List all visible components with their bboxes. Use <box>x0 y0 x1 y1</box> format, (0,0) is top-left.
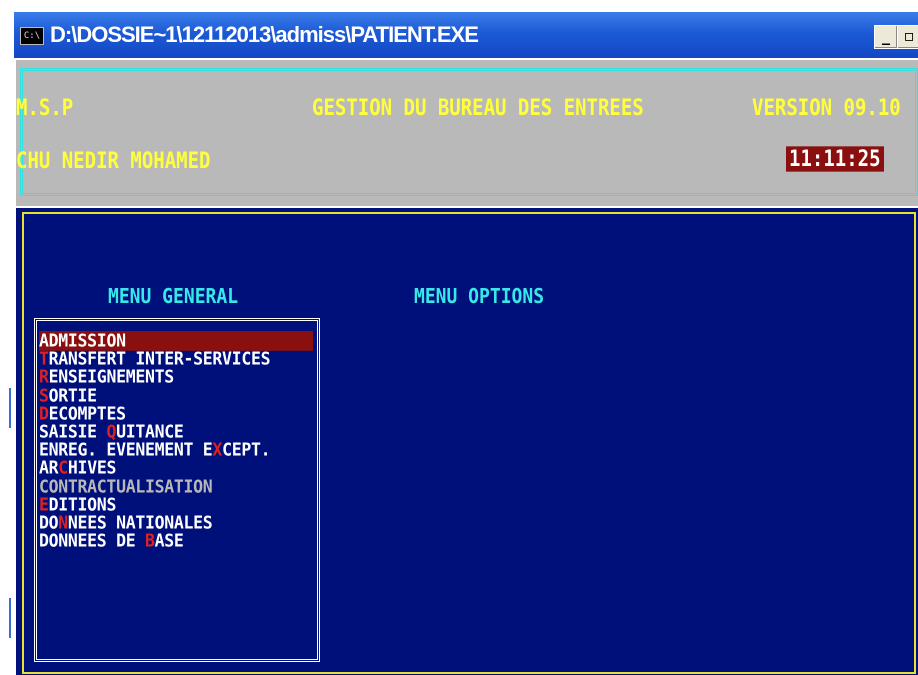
menu-item-text: ASE <box>154 529 184 551</box>
header-panel: M.S.P GESTION DU BUREAU DES ENTREES VERS… <box>16 60 918 206</box>
header-frame <box>20 68 918 196</box>
edge-mark <box>9 598 11 638</box>
version-label: VERSION 09.10 <box>752 95 901 121</box>
menu-general-list: ADMISSION TRANSFERT INTER-SERVICES RENSEIG… <box>39 330 313 551</box>
window-title: D:\DOSSIE~1\12112013\admiss\PATIENT.EXE <box>50 22 479 47</box>
menu-item-hotkey: X <box>212 439 223 460</box>
menu-item-text: CEPT. <box>222 439 271 460</box>
menu-general-box: ADMISSION TRANSFERT INTER-SERVICES RENSEIG… <box>34 318 320 662</box>
clock-display: 11:11:25 <box>786 146 884 172</box>
edge-mark <box>9 388 11 428</box>
window-left-edge <box>0 58 14 675</box>
hospital-name: CHU NEDIR MOHAMED <box>16 148 211 174</box>
org-label: M.S.P <box>16 95 74 121</box>
menu-item[interactable]: DONNEES DE BASE <box>39 531 313 551</box>
menu-general-title: MENU GENERAL <box>108 284 239 309</box>
console-area[interactable]: M.S.P GESTION DU BUREAU DES ENTREES VERS… <box>14 58 918 675</box>
console-app-icon[interactable]: C:\ <box>20 27 44 45</box>
title-bar[interactable]: C:\ D:\DOSSIE~1\12112013\admiss\PATIENT.… <box>14 12 918 58</box>
menu-item-text: DONNEES DE <box>39 529 145 551</box>
menu-item-hotkey: B <box>144 529 155 551</box>
app-title: GESTION DU BUREAU DES ENTREES <box>312 95 644 121</box>
maximize-button[interactable]: ▫ <box>897 25 918 49</box>
menu-options-title: MENU OPTIONS <box>414 284 545 309</box>
main-panel: MENU GENERAL MENU OPTIONS ADMISSION TRANS… <box>16 208 918 675</box>
minimize-button[interactable]: _ <box>874 25 898 49</box>
